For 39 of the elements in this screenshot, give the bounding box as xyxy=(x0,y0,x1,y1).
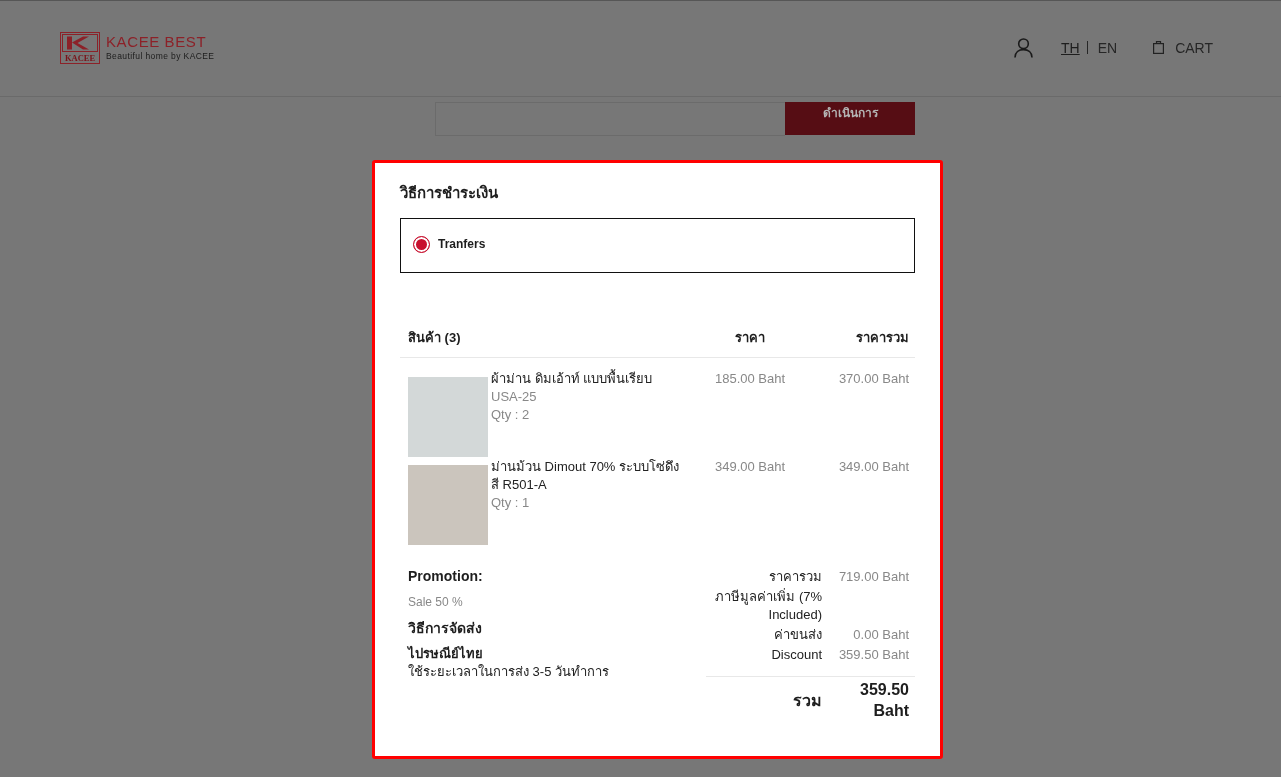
product-name: ม่านม้วน Dimout 70% ระบบโซ่ดึง สี R501-A xyxy=(491,458,681,494)
brand-tagline: Beautiful home by KACEE xyxy=(106,51,215,61)
column-header: ราคารวม xyxy=(855,328,909,347)
promotion-label: Promotion: xyxy=(408,567,483,585)
product-name: ผ้าม่าน ดิมเอ้าท์ แบบพื้นเรียบ xyxy=(491,370,653,388)
logo-icon[interactable]: KACEE xyxy=(60,31,100,64)
input-field[interactable] xyxy=(435,102,785,136)
summary-label: ภาษีมูลค่าเพิ่ม (7% Included) xyxy=(714,588,822,624)
column-header: สินค้า (3) xyxy=(408,328,462,347)
price-cell-text: 349.00 Baht xyxy=(713,458,787,476)
total-cell-text: 349.00 Baht xyxy=(837,458,909,476)
product-quantity: Qty : 2 xyxy=(491,406,531,424)
column-header: ราคา xyxy=(734,328,766,347)
shipping-title: วิธีการจัดส่ง xyxy=(408,619,482,637)
summary-label: ค่าขนส่ง xyxy=(773,626,822,644)
total-cell-text: 370.00 Baht xyxy=(837,370,909,388)
language-link[interactable]: EN xyxy=(1097,39,1118,56)
summary-value: 719.00 Baht xyxy=(837,568,909,586)
payment-option[interactable]: Tranfers xyxy=(400,218,915,273)
cart-link[interactable]: CART xyxy=(1153,39,1213,56)
summary-label: ราคารวม xyxy=(768,568,822,586)
summary-label: Discount xyxy=(770,646,822,664)
user-icon[interactable] xyxy=(1014,37,1033,58)
radio-button[interactable] xyxy=(413,236,430,253)
price-cell-text: 185.00 Baht xyxy=(713,370,787,388)
total-value: 359.50 Baht xyxy=(859,680,909,721)
summary-value: 0.00 Baht xyxy=(852,626,909,644)
modal-title: วิธีการชำระเงิน xyxy=(400,183,499,203)
product-quantity: Qty : 1 xyxy=(491,494,531,512)
summary-value: 359.50 Baht xyxy=(837,646,909,664)
brand-name: KACEE BEST xyxy=(106,34,208,49)
shipping-note: ใช้ระยะเวลาในการส่ง 3-5 วันทำการ xyxy=(408,663,609,681)
shopping-bag-icon xyxy=(1153,41,1165,54)
total-label: รวม xyxy=(792,690,822,711)
shipping-carrier: ไปรษณีย์ไทย xyxy=(408,645,483,663)
promotion-value: Sale 50 % xyxy=(408,594,463,610)
submit-button[interactable]: ดำเนินการ xyxy=(785,102,915,135)
language-link[interactable]: TH xyxy=(1061,39,1080,56)
product-variant: USA-25 xyxy=(491,388,538,406)
